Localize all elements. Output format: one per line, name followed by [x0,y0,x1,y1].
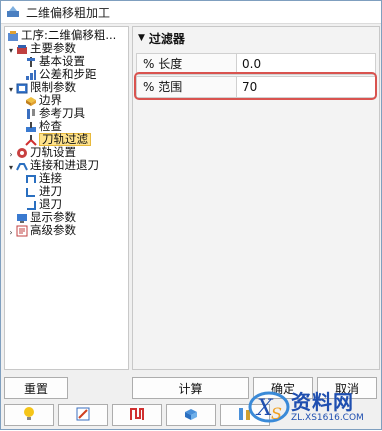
expand-icon[interactable]: › [7,148,15,159]
highlight-annotation [134,72,377,100]
collapse-icon[interactable]: ▾ [7,44,15,55]
edit-button[interactable] [58,404,108,426]
main-params-icon [16,43,28,55]
title-bar: 二维偏移粗加工 [1,1,381,24]
collapse-icon[interactable]: ▾ [7,161,15,172]
boundary-icon [25,95,37,107]
property-label: % 长度 [137,54,237,74]
check-icon [25,121,37,133]
svg-text:S: S [271,404,282,423]
display-params-icon [16,212,28,224]
simulate-icon [183,406,199,425]
window-title: 二维偏移粗加工 [26,5,111,20]
filter-group-header[interactable]: ▼ 过滤器 [133,27,379,49]
tree-item-advanced-params[interactable]: › 高级参数 [7,224,76,237]
watermark-text: 资料网 [291,390,354,414]
watermark-subtext: ZL.XS1616.COM [291,413,364,423]
calculate-button[interactable]: 计算 [132,377,249,399]
collapse-icon[interactable]: ▾ [7,83,15,94]
parameter-tree[interactable]: 工序:二维偏移粗... ▾ 主要参数 基本设置 公差和步距 ▾ 限制参数 边界 … [4,26,129,370]
link-icon [16,160,28,172]
edit-icon [75,406,91,425]
lead-out-icon [25,199,37,211]
watermark-emblem-icon: X S [248,391,290,423]
group-title: 过滤器 [148,31,185,46]
tree-item-label: 高级参数 [30,223,76,237]
toolpath-filter-icon [25,134,37,146]
lead-in-icon [25,186,37,198]
toolpath-icon [129,406,145,425]
operation-icon [7,30,19,42]
connect-icon [25,173,37,185]
toolpath-button[interactable] [112,404,162,426]
reset-button[interactable]: 重置 [4,377,68,399]
tip-button[interactable] [4,404,54,426]
collapse-icon[interactable]: ▼ [138,33,145,43]
dialog-window: 二维偏移粗加工 工序:二维偏移粗... ▾ 主要参数 基本设置 公差和步距 ▾ … [0,0,382,430]
reference-tool-icon [25,108,37,120]
advanced-params-icon [16,225,28,237]
watermark-logo: X S 资料网 ZL.XS1616.COM [247,383,382,431]
basic-settings-icon [25,56,37,68]
tolerance-icon [25,69,37,81]
simulate-button[interactable] [166,404,216,426]
expand-icon[interactable]: › [7,226,15,237]
toolpath-settings-icon [16,147,28,159]
lightbulb-icon [22,406,36,425]
limit-params-icon [16,82,28,94]
length-value-field[interactable]: 0.0 [237,54,375,74]
app-icon [6,5,20,19]
